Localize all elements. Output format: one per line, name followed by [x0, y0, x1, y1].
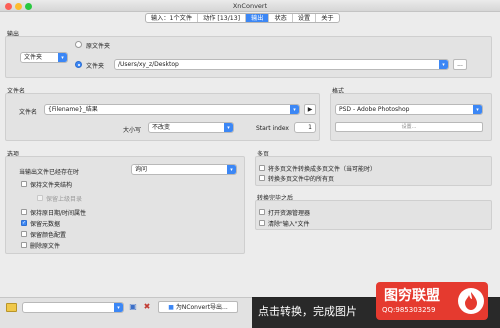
keep-date-label: 保持原日期/时间属性 [30, 210, 87, 217]
close-dot-icon[interactable] [5, 3, 12, 10]
keep-color-checkbox[interactable] [21, 231, 27, 237]
open-explorer-checkbox[interactable] [259, 209, 265, 215]
clear-input-label: 清除"输入"文件 [268, 221, 310, 228]
format-settings-button[interactable]: 设置... [335, 122, 483, 132]
multipage-all-checkbox[interactable] [259, 175, 265, 181]
radio-original-folder[interactable] [75, 41, 82, 48]
exists-select[interactable]: 询问 ▾ [131, 164, 237, 175]
tab-settings[interactable]: 设置 [293, 14, 317, 22]
export-nconvert-label: 为NConvert导出... [175, 304, 228, 311]
keep-metadata-label: 保留元数据 [30, 221, 61, 228]
multipage-merge-checkbox[interactable] [259, 165, 265, 171]
tab-status[interactable]: 状态 [269, 14, 293, 22]
format-value: PSD - Adobe Photoshop [339, 106, 410, 113]
format-panel [330, 93, 492, 141]
delete-original-checkbox[interactable] [21, 242, 27, 248]
chevron-down-icon: ▾ [114, 303, 123, 312]
tab-output[interactable]: 输出 [246, 14, 270, 22]
tab-bar: 输入：1个文件 动作 [13/13] 输出 状态 设置 关于 [145, 13, 340, 23]
window-title: XnConvert [232, 2, 268, 10]
start-index-label: Start index [256, 125, 289, 132]
browse-button[interactable]: ... [453, 59, 467, 70]
play-icon: ▶ [307, 106, 313, 113]
keep-parent-checkbox[interactable] [37, 195, 43, 201]
export-nconvert-button[interactable]: ■ 为NConvert导出... [158, 301, 238, 313]
keep-metadata-checkbox[interactable]: ✓ [21, 220, 27, 226]
start-index-value: 1 [308, 124, 312, 131]
folder-icon [6, 303, 17, 312]
tab-about[interactable]: 关于 [316, 14, 338, 22]
exists-label: 当输出文件已经存在时 [19, 169, 80, 176]
maximize-dot-icon[interactable] [25, 3, 32, 10]
play-button[interactable]: ▶ [304, 104, 316, 115]
caption-text: 点击转换，完成图片 [258, 305, 357, 318]
chevron-down-icon: ▾ [58, 53, 67, 62]
brand-qq: QQ:985303259 [382, 306, 436, 314]
chevron-down-icon: ▾ [224, 123, 233, 132]
save-icon[interactable]: ▣ [128, 302, 138, 312]
folder-path-field[interactable]: /Users/xy_z/Desktop ▾ [114, 59, 449, 70]
case-value: 不改变 [152, 124, 171, 131]
keep-structure-checkbox[interactable] [21, 181, 27, 187]
keep-color-label: 保留颜色配置 [30, 232, 67, 239]
filename-panel [5, 93, 320, 141]
export-icon: ■ [168, 304, 174, 311]
multipage-all-label: 转换多页文件中的所有页 [268, 176, 335, 183]
chevron-down-icon: ▾ [439, 60, 448, 69]
multipage-merge-label: 将多页文件转换成多页文件（当可能时） [268, 166, 377, 173]
delete-original-label: 删除原文件 [30, 243, 61, 250]
location-select[interactable]: 文件夹 ▾ [20, 52, 68, 63]
radio-folder-label: 文件夹 [86, 63, 105, 70]
brand-flame-icon [465, 292, 477, 310]
case-select[interactable]: 不改变 ▾ [148, 122, 234, 133]
chevron-down-icon: ▾ [290, 105, 299, 114]
chevron-down-icon: ▾ [473, 105, 482, 114]
keep-structure-label: 保持文件夹结构 [30, 182, 73, 189]
tab-actions[interactable]: 动作 [13/13] [198, 14, 247, 22]
tab-input[interactable]: 输入：1个文件 [146, 14, 199, 22]
keep-parent-label: 保留上级目录 [46, 196, 83, 203]
filename-value: {Filename}_结果 [48, 106, 98, 113]
case-label: 大小写 [123, 127, 142, 134]
preset-select[interactable]: ▾ [22, 302, 124, 313]
location-select-value: 文件夹 [24, 54, 43, 61]
filename-label: 文件名 [19, 109, 38, 116]
open-explorer-label: 打开资源管理器 [268, 210, 311, 217]
delete-icon[interactable]: ✖ [142, 302, 152, 312]
folder-path-value: /Users/xy_z/Desktop [118, 61, 179, 68]
minimize-dot-icon[interactable] [15, 3, 22, 10]
radio-folder[interactable] [75, 61, 82, 68]
radio-original-folder-label: 原文件夹 [86, 43, 111, 50]
format-select[interactable]: PSD - Adobe Photoshop ▾ [335, 104, 483, 115]
brand-logo [458, 288, 484, 314]
keep-date-checkbox[interactable] [21, 209, 27, 215]
exists-value: 询问 [135, 166, 148, 173]
start-index-field[interactable]: 1 [294, 122, 316, 133]
clear-input-checkbox[interactable] [259, 220, 265, 226]
chevron-down-icon: ▾ [227, 165, 236, 174]
brand-name: 图穷联盟 [384, 288, 440, 304]
filename-field[interactable]: {Filename}_结果 ▾ [44, 104, 300, 115]
